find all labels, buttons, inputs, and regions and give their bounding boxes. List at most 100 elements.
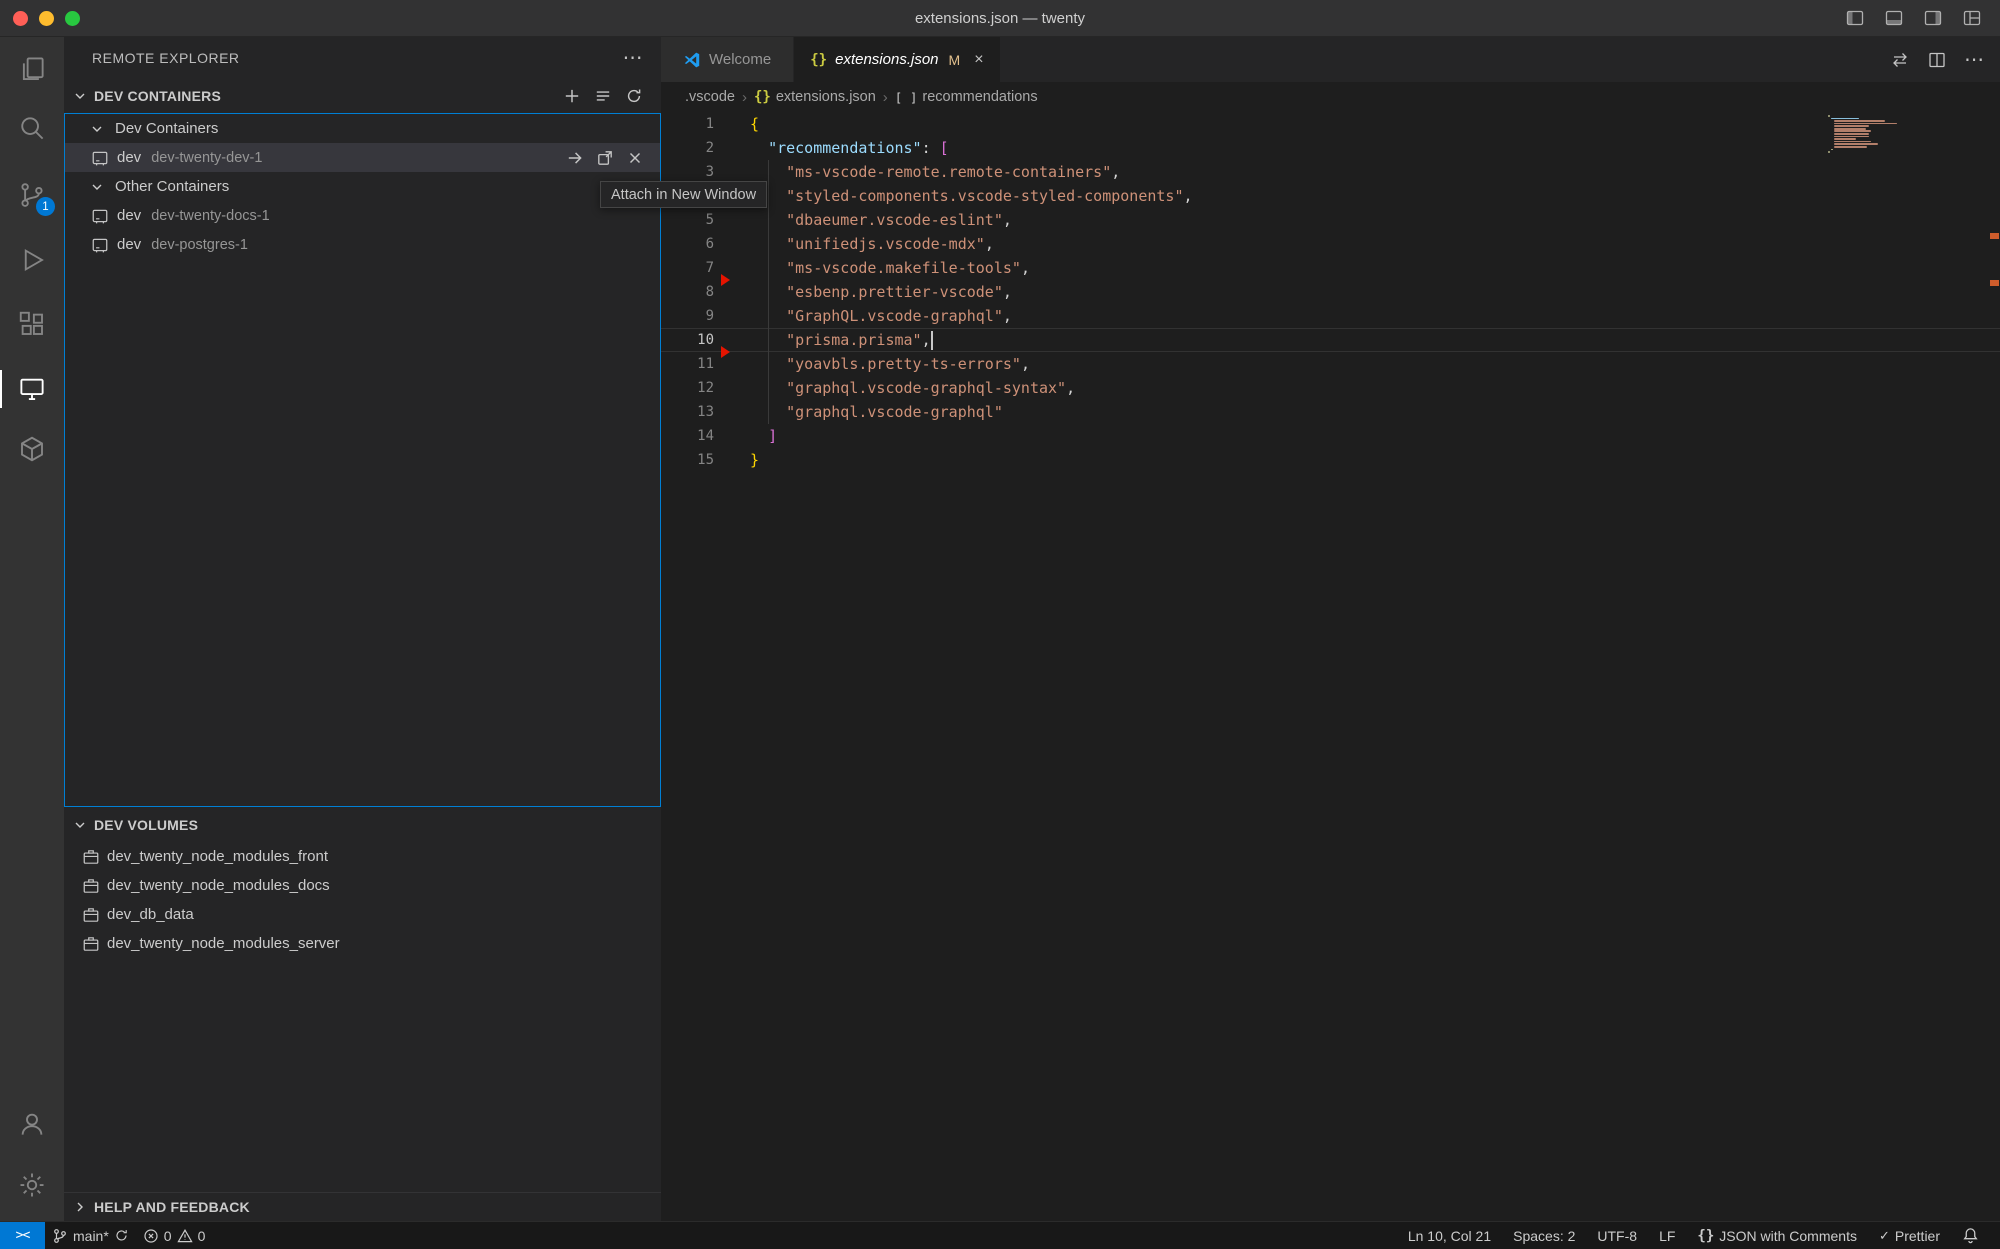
tree-group-dev-containers[interactable]: Dev Containers bbox=[65, 114, 660, 143]
dev-containers-icon[interactable] bbox=[0, 425, 64, 473]
code-line[interactable]: 5 "dbaeumer.vscode-eslint", bbox=[661, 208, 2000, 232]
dev-containers-section-header[interactable]: DEV CONTAINERS bbox=[64, 78, 661, 113]
code-line[interactable]: 3 "ms-vscode-remote.remote-containers", bbox=[661, 160, 2000, 184]
refresh-icon[interactable] bbox=[625, 87, 643, 105]
code-area[interactable]: 1{2 "recommendations": [3 "ms-vscode-rem… bbox=[661, 112, 2000, 1221]
minimize-window-button[interactable] bbox=[39, 11, 54, 26]
code-line[interactable]: 6 "unifiedjs.vscode-mdx", bbox=[661, 232, 2000, 256]
line-number: 5 bbox=[661, 208, 714, 232]
more-actions-icon[interactable]: ⋯ bbox=[623, 48, 644, 68]
status-bar: >< main* 0 0 Ln 10, Col 21 Spaces: 2 UTF… bbox=[0, 1221, 2000, 1249]
volume-item[interactable]: dev_twenty_node_modules_server bbox=[64, 929, 661, 958]
source-control-icon[interactable]: 1 bbox=[0, 171, 64, 219]
line-number: 10 bbox=[661, 328, 714, 352]
chevron-right-icon bbox=[72, 1199, 88, 1215]
breadcrumb-folder[interactable]: .vscode bbox=[685, 89, 735, 105]
notifications-bell-item[interactable] bbox=[1951, 1227, 1990, 1244]
git-branch-item[interactable]: main* bbox=[45, 1222, 136, 1249]
language-mode-item[interactable]: {} JSON with Comments bbox=[1686, 1228, 1868, 1244]
indentation-item[interactable]: Spaces: 2 bbox=[1502, 1228, 1586, 1244]
toggle-secondary-sidebar-icon[interactable] bbox=[1923, 8, 1943, 28]
tab-extensions-json[interactable]: {} extensions.json M × bbox=[794, 37, 999, 82]
code-text: "styled-components.vscode-styled-compone… bbox=[750, 184, 1193, 208]
code-line[interactable]: 4 "styled-components.vscode-styled-compo… bbox=[661, 184, 2000, 208]
code-line[interactable]: 2 "recommendations": [ bbox=[661, 136, 2000, 160]
error-count: 0 bbox=[164, 1228, 172, 1244]
json-file-icon: {} bbox=[754, 89, 771, 105]
code-line[interactable]: 7 "ms-vscode.makefile-tools", bbox=[661, 256, 2000, 280]
split-editor-icon[interactable] bbox=[1927, 50, 1947, 70]
code-text: "dbaeumer.vscode-eslint", bbox=[750, 208, 1012, 232]
cursor-position-item[interactable]: Ln 10, Col 21 bbox=[1397, 1228, 1502, 1244]
remote-indicator[interactable]: >< bbox=[0, 1222, 45, 1249]
zoom-window-button[interactable] bbox=[65, 11, 80, 26]
container-item-dev-twenty-docs[interactable]: dev dev-twenty-docs-1 bbox=[65, 201, 660, 230]
chevron-down-icon bbox=[72, 817, 88, 833]
toggle-panel-icon[interactable] bbox=[1884, 8, 1904, 28]
code-text: "esbenp.prettier-vscode", bbox=[750, 280, 1012, 304]
volume-item[interactable]: dev_db_data bbox=[64, 900, 661, 929]
code-line[interactable]: 8 "esbenp.prettier-vscode", bbox=[661, 280, 2000, 304]
attach-shell-arrow-icon[interactable] bbox=[566, 149, 584, 167]
volume-label: dev_twenty_node_modules_server bbox=[107, 935, 340, 952]
dev-containers-tree: Dev Containers dev dev-twenty-dev-1 Othe… bbox=[64, 113, 661, 807]
tree-group-other-containers[interactable]: Other Containers bbox=[65, 172, 660, 201]
bell-icon bbox=[1962, 1227, 1979, 1244]
new-container-plus-icon[interactable] bbox=[563, 87, 581, 105]
eol-item[interactable]: LF bbox=[1648, 1228, 1686, 1244]
minimap-line bbox=[1834, 123, 1897, 125]
container-item-dev-postgres[interactable]: dev dev-postgres-1 bbox=[65, 230, 660, 259]
volume-item[interactable]: dev_twenty_node_modules_front bbox=[64, 842, 661, 871]
close-icon[interactable] bbox=[626, 149, 644, 167]
remote-explorer-icon[interactable] bbox=[0, 365, 64, 413]
code-line[interactable]: 11 "yoavbls.pretty-ts-errors", bbox=[661, 352, 2000, 376]
code-line[interactable]: 12 "graphql.vscode-graphql-syntax", bbox=[661, 376, 2000, 400]
settings-gear-icon[interactable] bbox=[0, 1161, 64, 1209]
explorer-icon[interactable] bbox=[0, 45, 64, 93]
formatter-item[interactable]: ✓ Prettier bbox=[1868, 1228, 1951, 1244]
editor-more-actions-icon[interactable]: ⋯ bbox=[1964, 47, 1984, 72]
code-line[interactable]: 1{ bbox=[661, 112, 2000, 136]
close-window-button[interactable] bbox=[13, 11, 28, 26]
array-symbol-icon: [ ] bbox=[895, 90, 918, 105]
minimap[interactable] bbox=[1828, 115, 1908, 154]
details-list-icon[interactable] bbox=[594, 87, 612, 105]
minimap-line bbox=[1828, 151, 1830, 153]
problems-item[interactable]: 0 0 bbox=[136, 1222, 213, 1249]
container-item-dev-twenty-dev[interactable]: dev dev-twenty-dev-1 bbox=[65, 143, 660, 172]
line-number: 7 bbox=[661, 256, 714, 280]
sync-icon[interactable] bbox=[114, 1228, 129, 1243]
code-line[interactable]: 14 ] bbox=[661, 424, 2000, 448]
close-tab-icon[interactable]: × bbox=[974, 51, 983, 69]
tab-welcome[interactable]: Welcome bbox=[661, 37, 794, 82]
help-feedback-section-header[interactable]: HELP AND FEEDBACK bbox=[64, 1192, 661, 1221]
run-debug-icon[interactable] bbox=[0, 236, 64, 284]
braces-icon: {} bbox=[1697, 1228, 1714, 1244]
breadcrumb-file[interactable]: {}extensions.json bbox=[754, 89, 876, 105]
accounts-icon[interactable] bbox=[0, 1100, 64, 1148]
vscode-window: extensions.json — twenty 1 REMOTE EXPLOR… bbox=[0, 0, 2000, 1249]
toggle-sidebar-icon[interactable] bbox=[1845, 8, 1865, 28]
breadcrumb-symbol[interactable]: [ ]recommendations bbox=[895, 89, 1038, 105]
volume-item[interactable]: dev_twenty_node_modules_docs bbox=[64, 871, 661, 900]
code-line[interactable]: 10 "prisma.prisma", bbox=[661, 328, 2000, 352]
extensions-icon[interactable] bbox=[0, 300, 64, 348]
code-line[interactable]: 13 "graphql.vscode-graphql" bbox=[661, 400, 2000, 424]
warnings-icon bbox=[177, 1228, 193, 1244]
container-name: dev bbox=[117, 236, 141, 253]
compare-changes-icon[interactable] bbox=[1890, 50, 1910, 70]
search-icon[interactable] bbox=[0, 104, 64, 152]
sidebar-title: REMOTE EXPLORER bbox=[92, 50, 240, 66]
customize-layout-icon[interactable] bbox=[1962, 8, 1982, 28]
code-line[interactable]: 15} bbox=[661, 448, 2000, 472]
sidebar-pane-header: REMOTE EXPLORER ⋯ bbox=[64, 37, 661, 78]
dev-containers-header-label: DEV CONTAINERS bbox=[94, 88, 221, 104]
attach-new-window-icon[interactable] bbox=[596, 149, 614, 167]
code-line[interactable]: 9 "GraphQL.vscode-graphql", bbox=[661, 304, 2000, 328]
code-text: ] bbox=[750, 424, 777, 448]
code-text: { bbox=[750, 112, 759, 136]
dev-volumes-section-header[interactable]: DEV VOLUMES bbox=[64, 807, 661, 842]
encoding-item[interactable]: UTF-8 bbox=[1586, 1228, 1648, 1244]
line-number: 1 bbox=[661, 112, 714, 136]
activity-bar: 1 bbox=[0, 37, 64, 1221]
